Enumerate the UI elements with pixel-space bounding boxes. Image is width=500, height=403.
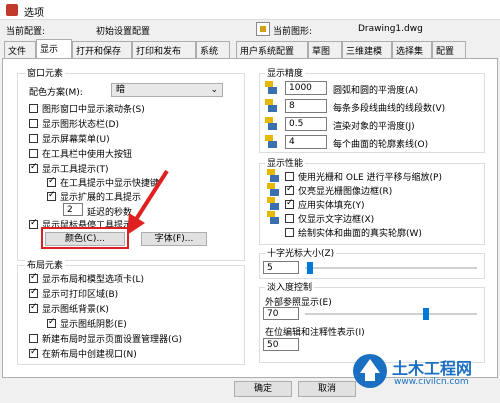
drawing-value: Drawing1.dwg [358, 24, 423, 34]
large-buttons-label: 在工具栏中使用大按钮 [42, 150, 133, 160]
true-silhouettes-label: 绘制实体和曲面的真实轮廓(W) [298, 229, 422, 239]
resolution-icon [265, 99, 277, 113]
app-icon [6, 4, 18, 16]
checkbox-screen-menu[interactable] [29, 134, 38, 143]
red-arrow-icon [127, 169, 169, 235]
paper-background-label: 显示图纸背景(K) [42, 305, 109, 315]
paper-shadow-label: 显示图纸阴影(E) [60, 320, 127, 330]
tab-open-save[interactable]: 打开和保存 [72, 41, 132, 58]
polyline-segments-input[interactable]: 8 [285, 99, 327, 113]
xref-fade-slider-thumb[interactable] [423, 308, 429, 320]
tab-user-preferences[interactable]: 用户系统配置 [236, 41, 308, 58]
checkbox-raster-ole-pan[interactable] [285, 172, 294, 181]
checkbox-true-silhouettes[interactable] [285, 228, 294, 237]
tab-drafting[interactable]: 草图 [308, 41, 342, 58]
checkbox-printable-area[interactable] [29, 287, 38, 298]
tooltips-label: 显示工具提示(T) [42, 165, 109, 175]
checkbox-large-buttons[interactable] [29, 149, 38, 158]
checkbox-text-frame[interactable] [285, 214, 294, 223]
display-panel: 窗口元素 配色方案(M): 暗 ⌄ 图形窗口中显示滚动条(S) 显示图形状态栏(… [2, 58, 498, 378]
performance-icon [267, 183, 279, 197]
tab-selection[interactable]: 选择集 [392, 41, 432, 58]
xref-fade-slider[interactable] [305, 313, 477, 315]
color-scheme-label: 配色方案(M): [29, 88, 83, 98]
tab-3d-modeling[interactable]: 三维建模 [342, 41, 392, 58]
performance-icon [267, 169, 279, 183]
delay-seconds-input[interactable]: 2 [63, 203, 83, 216]
drawing-status-bar-label: 显示图形状态栏(D) [42, 120, 119, 130]
performance-icon [267, 197, 279, 211]
title-bar: 选项 [0, 0, 500, 20]
checkbox-layout-model-tabs[interactable] [29, 272, 38, 283]
render-smoothness-label: 渲染对象的平滑度(J) [333, 122, 415, 132]
drawing-icon [256, 22, 270, 36]
tab-system[interactable]: 系统 [196, 41, 230, 58]
checkbox-paper-shadow[interactable] [47, 317, 56, 328]
contour-lines-input[interactable]: 4 [285, 135, 327, 149]
color-scheme-select[interactable]: 暗 ⌄ [111, 83, 223, 97]
checkbox-shortcut-keys[interactable] [47, 176, 56, 187]
tab-bar: 文件 显示 打开和保存 打印和发布 系统 用户系统配置 草图 三维建模 选择集 … [2, 39, 500, 58]
render-smoothness-input[interactable]: 0.5 [285, 117, 327, 131]
watermark-logo-icon [353, 354, 387, 388]
tab-plot-publish[interactable]: 打印和发布 [132, 41, 196, 58]
crosshair-slider[interactable] [305, 267, 477, 269]
scrollbars-label: 图形窗口中显示滚动条(S) [42, 105, 145, 115]
resolution-icon [265, 135, 277, 149]
drawing-label: 当前图形: [273, 27, 313, 37]
checkbox-paper-background[interactable] [29, 302, 38, 313]
tab-display[interactable]: 显示 [36, 39, 72, 58]
resolution-icon [265, 81, 277, 95]
page-setup-manager-label: 新建布局时显示页面设置管理器(G) [42, 335, 182, 345]
checkbox-drawing-status-bar[interactable] [29, 119, 38, 128]
checkbox-raster-frame[interactable] [285, 184, 294, 195]
highlight-box [41, 227, 129, 249]
solid-fill-label: 应用实体填充(Y) [298, 201, 365, 211]
checkbox-create-viewport[interactable] [29, 347, 38, 358]
window-title: 选项 [24, 8, 44, 19]
performance-icon [267, 211, 279, 225]
color-scheme-value: 暗 [116, 85, 126, 95]
checkbox-scrollbars[interactable] [29, 104, 38, 113]
tab-profiles[interactable]: 配置 [432, 41, 466, 58]
cancel-button[interactable]: 取消 [298, 381, 356, 397]
create-viewport-label: 在新布局中创建视口(N) [42, 350, 137, 360]
arc-smoothness-input[interactable]: 1000 [285, 81, 327, 95]
watermark: 土木工程网 www.civilcn.com [350, 345, 500, 403]
xref-display-input[interactable]: 70 [263, 307, 299, 320]
watermark-url: www.civilcn.com [394, 377, 469, 387]
screen-menu-label: 显示屏幕菜单(U) [42, 135, 110, 145]
window-elements-title: 窗口元素 [25, 66, 66, 79]
layout-model-tabs-label: 显示布局和模型选项卡(L) [42, 275, 145, 285]
printable-area-label: 显示可打印区域(B) [42, 290, 119, 300]
in-place-edit-input[interactable]: 50 [263, 338, 299, 351]
crosshair-input[interactable]: 5 [263, 261, 299, 274]
arc-smoothness-label: 圆弧和圆的平滑度(A) [333, 86, 419, 96]
checkbox-extended-tooltips[interactable] [47, 190, 56, 201]
display-resolution-title: 显示精度 [265, 66, 306, 79]
text-frame-label: 仅显示文字边框(X) [298, 215, 375, 225]
checkbox-rollover-tooltips[interactable] [29, 218, 38, 229]
crosshair-slider-thumb[interactable] [307, 262, 313, 274]
profile-label: 当前配置: [6, 27, 46, 37]
tab-files[interactable]: 文件 [4, 41, 36, 58]
fade-control-title: 淡入度控制 [265, 280, 315, 293]
raster-frame-label: 仅亮显光栅图像边框(R) [298, 187, 393, 197]
display-performance-title: 显示性能 [265, 156, 306, 169]
layout-elements-title: 布局元素 [25, 258, 66, 271]
ok-button[interactable]: 确定 [234, 381, 292, 397]
chevron-down-icon: ⌄ [210, 85, 218, 95]
checkbox-page-setup-manager[interactable] [29, 334, 38, 343]
watermark-brand: 土木工程网 [392, 359, 473, 378]
profile-value: 初始设置配置 [96, 27, 151, 37]
checkbox-tooltips[interactable] [29, 162, 38, 173]
contour-lines-label: 每个曲面的轮廓素线(O) [333, 140, 429, 150]
checkbox-solid-fill[interactable] [285, 198, 294, 209]
raster-ole-pan-label: 使用光栅和 OLE 进行平移与缩放(P) [298, 173, 442, 183]
crosshair-title: 十字光标大小(Z) [265, 246, 337, 259]
in-place-edit-label: 在位编辑和注释性表示(I) [265, 328, 365, 338]
polyline-segments-label: 每条多段线曲线的线段数(V) [333, 104, 446, 114]
resolution-icon [265, 117, 277, 131]
